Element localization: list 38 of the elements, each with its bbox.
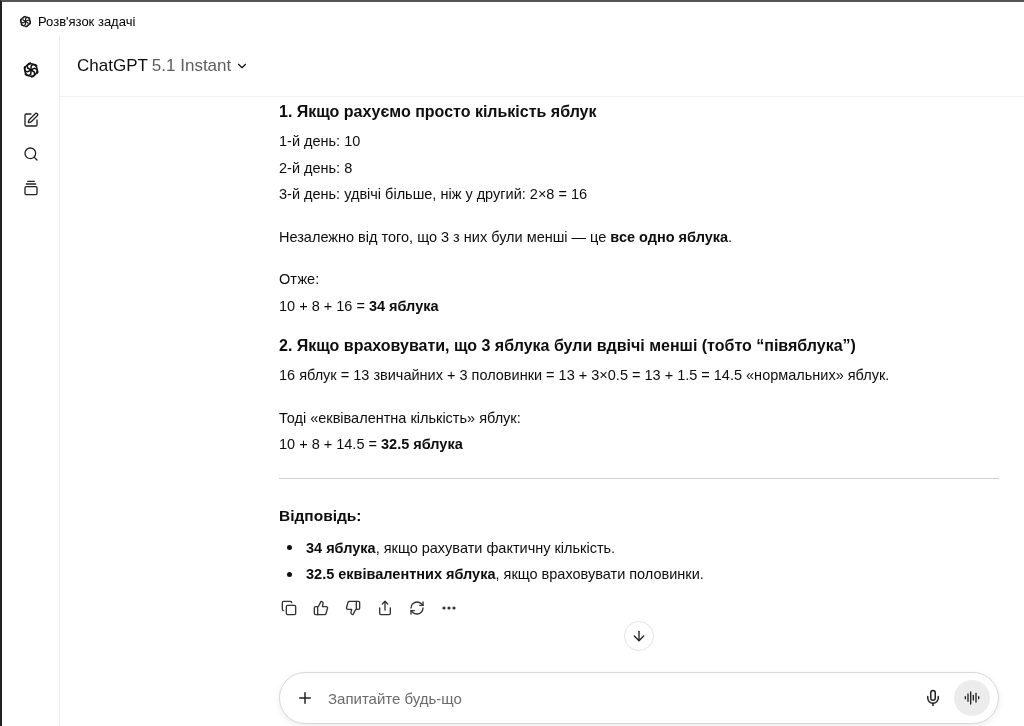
search-icon — [22, 146, 39, 162]
plus-icon — [296, 689, 314, 707]
text-line: Тоді «еквівалентна кількість» яблук: — [279, 408, 522, 428]
bullet-icon — [287, 545, 292, 551]
section-heading: 1. Якщо рахуємо просто кількість яблук — [279, 102, 598, 122]
text-line: Отже: — [279, 270, 321, 289]
voice-mode-button[interactable] — [954, 680, 990, 716]
text-line: 10 + 8 + 14.5 = 32.5 яблука — [279, 435, 464, 454]
copy-icon — [281, 599, 297, 616]
stacked-images-icon — [22, 180, 39, 196]
refresh-icon — [409, 599, 425, 616]
bullet-text: 32.5 еквівалентних яблука, якщо враховувати половинки. — [306, 565, 704, 584]
text-line: 10 + 8 + 16 = 34 яблука — [279, 296, 440, 316]
thumbs-up-icon — [313, 599, 329, 616]
message-field[interactable]: Запитайте будь-що — [326, 688, 912, 708]
answer-heading: Відповідь: — [279, 505, 363, 526]
model-selector[interactable]: ChatGPT 5.1 Instant — [77, 56, 250, 76]
text-line: Незалежно від того, що 3 з них були менші — це все одно яблука. — [279, 227, 734, 247]
bullet-text: 34 яблука, якщо рахувати фактичну кількість. — [306, 538, 616, 558]
thumbs-down-icon — [345, 599, 361, 616]
message-composer[interactable]: Запитайте будь-що — [279, 672, 999, 724]
scroll-down-button[interactable] — [624, 621, 654, 651]
window-title: Розв'язок задачі — [38, 13, 136, 29]
ellipsis-icon — [442, 605, 456, 610]
share-icon — [377, 599, 393, 616]
text-line: 1-й день: 10 — [279, 132, 362, 151]
microphone-icon — [924, 689, 942, 707]
pencil-square-icon — [22, 112, 39, 128]
bullet-icon — [287, 571, 292, 577]
text-line: 3-й день: удвічі більше, ніж у другий: 2×8 = 16 — [279, 185, 589, 204]
add-button[interactable] — [296, 689, 314, 707]
sound-wave-icon — [964, 690, 980, 706]
microphone-button[interactable] — [924, 689, 942, 707]
logo-icon — [18, 13, 33, 29]
section-heading: 2. Якщо враховувати, що 3 яблука були вдвічі менші (тобто “півяблука”) — [279, 336, 857, 356]
text-line: 16 яблук = 13 звичайних + 3 половинки = 13 + 3×0.5 = 13 + 1.5 = 14.5 «нормальних» яблук. — [279, 366, 891, 385]
text-line: 2-й день: 8 — [279, 158, 354, 178]
arrow-down-icon — [631, 628, 647, 644]
